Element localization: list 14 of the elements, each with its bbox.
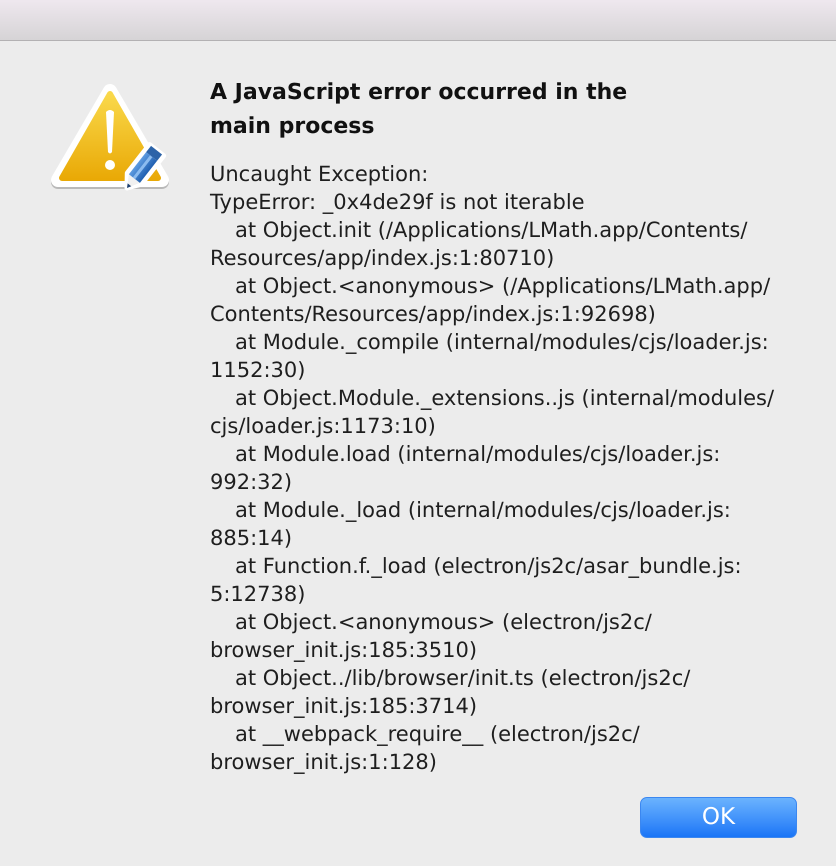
- stack-frame: at Module._load (internal/modules/cjs/loader.js: 885:14): [210, 496, 774, 552]
- stack-frame: at Function.f._load (electron/js2c/asar_bundle.js: 5:12738): [210, 552, 774, 608]
- stack-frame: at Object.<anonymous> (electron/js2c/ browser_init.js:185:3510): [210, 608, 774, 664]
- stack-frame: at Module._compile (internal/modules/cjs/loader.js: 1152:30): [210, 328, 774, 384]
- stack-frame: at Object.init (/Applications/LMath.app/Contents/ Resources/app/index.js:1:80710): [210, 216, 774, 272]
- error-message: Uncaught Exception:: [210, 161, 430, 188]
- stack-frame: at Object../lib/browser/init.ts (electron/js2c/ browser_init.js:185:3714): [210, 664, 774, 720]
- stack-frame: at Object.<anonymous> (/Applications/LMath.app/ Contents/Resources/app/index.js:1:92698): [210, 272, 774, 328]
- dialog-title: A JavaScript error occurred in the main process: [210, 79, 628, 141]
- stack-frame: at Module.load (internal/modules/cjs/loader.js: 992:32): [210, 440, 774, 496]
- ok-button[interactable]: OK: [640, 797, 797, 838]
- stack-frame: at Object.Module._extensions..js (internal/modules/ cjs/loader.js:1173:10): [210, 384, 774, 440]
- error-message: TypeError: _0x4de29f is not iterable: [210, 189, 586, 216]
- stack-frame: at __webpack_require__ (electron/js2c/ browser_init.js:1:128): [210, 720, 774, 776]
